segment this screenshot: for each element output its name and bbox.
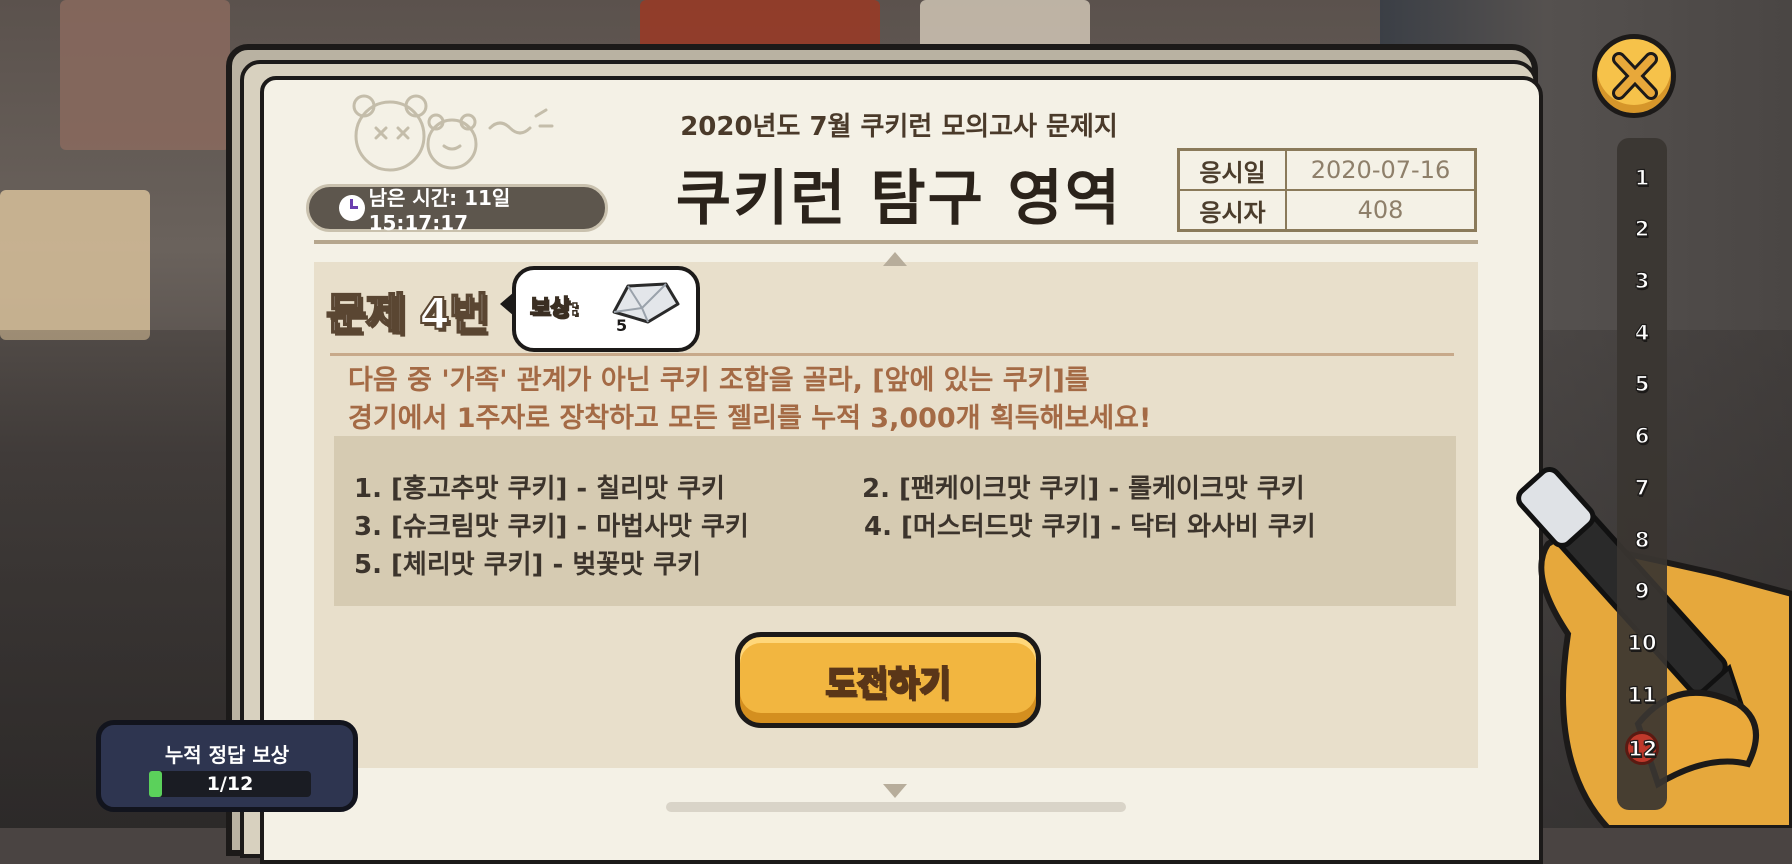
- exam-title: 쿠키런 탐구 영역: [0, 150, 1792, 237]
- exam-subtitle: 2020년도 7월 쿠키런 모의고사 문제지: [0, 106, 1792, 143]
- question-nav-item-5[interactable]: 5: [1617, 371, 1667, 396]
- close-button[interactable]: [1592, 34, 1676, 118]
- challenge-button[interactable]: 도전하기: [735, 632, 1041, 728]
- question-nav-item-10[interactable]: 10: [1617, 630, 1667, 655]
- scroll-down-arrow-icon[interactable]: [883, 784, 907, 798]
- answer-choice-3: 3. [슈크림맛 쿠키] - 마법사맛 쿠키: [354, 512, 749, 542]
- question-description-line: 경기에서 1주자로 장착하고 모든 젤리를 누적 3,000개 획득해보세요!: [348, 403, 1152, 434]
- question-nav-item-2[interactable]: 2: [1617, 216, 1667, 241]
- question-divider: [330, 353, 1454, 356]
- question-reward-bubble: 보상: 5: [500, 266, 700, 352]
- reward-label: 보상:: [529, 295, 580, 322]
- scroll-up-arrow-icon[interactable]: [883, 252, 907, 266]
- exam-date-label: 응시일: [1177, 148, 1287, 191]
- question-nav-item-7[interactable]: 7: [1617, 475, 1667, 500]
- exam-info-table: 응시일 2020-07-16 응시자 408: [1177, 148, 1477, 232]
- question-description-line: 다음 중 '가족' 관계가 아닌 쿠키 조합을 골라, [앞에 있는 쿠키]를: [348, 365, 1090, 396]
- exam-date-value: 2020-07-16: [1285, 148, 1477, 191]
- challenge-button-label: 도전하기: [824, 663, 951, 705]
- question-nav-item-4[interactable]: 4: [1617, 320, 1667, 345]
- question-description: 다음 중 '가족' 관계가 아닌 쿠키 조합을 골라, [앞에 있는 쿠키]를 …: [348, 362, 1151, 438]
- question-nav-item-11[interactable]: 11: [1617, 682, 1667, 707]
- answer-choice-2: 2. [팬케이크맛 쿠키] - 롤케이크맛 쿠키: [862, 474, 1305, 504]
- exam-taker-label: 응시자: [1177, 189, 1287, 232]
- exam-taker-value: 408: [1285, 189, 1477, 232]
- horizontal-scrollbar[interactable]: [666, 802, 1126, 812]
- reward-count: 5: [616, 316, 628, 335]
- question-nav-item-9[interactable]: 9: [1617, 578, 1667, 603]
- answer-choice-4: 4. [머스터드맛 쿠키] - 닥터 와사비 쿠키: [864, 512, 1316, 542]
- cumulative-reward-title: 누적 정답 보상: [164, 743, 290, 767]
- question-nav-item-12[interactable]: 12: [1617, 731, 1667, 765]
- exam-title-text: 쿠키런 탐구 영역: [675, 164, 1123, 234]
- cumulative-reward-panel[interactable]: 누적 정답 보상 1/12: [96, 720, 358, 812]
- question-number-label: 문제 4번: [325, 288, 490, 341]
- cumulative-progress-text: 1/12: [206, 773, 254, 795]
- background-poster: [920, 0, 1090, 50]
- question-nav-item-8[interactable]: 8: [1617, 527, 1667, 552]
- answer-choice-1: 1. [홍고추맛 쿠키] - 칠리맛 쿠키: [354, 474, 725, 504]
- question-nav-item-1[interactable]: 1: [1617, 165, 1667, 190]
- cumulative-progress-bar: 1/12: [149, 771, 311, 797]
- question-nav-item-6[interactable]: 6: [1617, 423, 1667, 448]
- close-icon: [1612, 52, 1658, 100]
- header-divider: [314, 240, 1478, 244]
- question-nav-current-badge: 12: [1625, 731, 1659, 765]
- answer-choice-5: 5. [체리맛 쿠키] - 벚꽃맛 쿠키: [354, 550, 701, 580]
- exam-subtitle-text: 2020년도 7월 쿠키런 모의고사 문제지: [680, 112, 1118, 142]
- question-nav-item-3[interactable]: 3: [1617, 268, 1667, 293]
